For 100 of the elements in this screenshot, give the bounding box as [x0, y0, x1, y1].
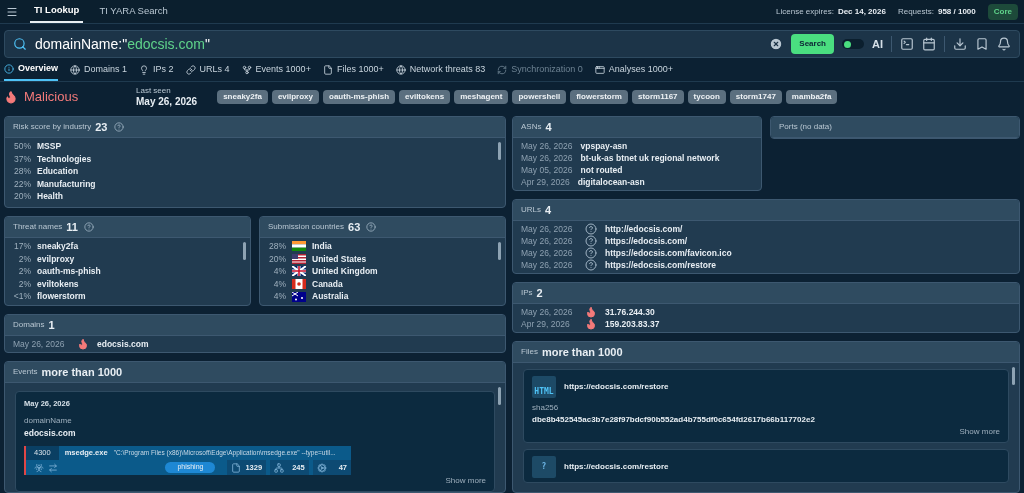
verdict-label: Malicious [24, 88, 79, 107]
query-text[interactable]: domainName:"edocsis.com" [35, 33, 210, 55]
menu-icon[interactable] [6, 5, 18, 18]
list-item[interactable]: bt-uk-as btnet uk regional network [580, 151, 720, 165]
list-item[interactable]: MSSP [37, 139, 62, 153]
panel-count: more than 1000 [541, 344, 623, 360]
percent-text: 28% [268, 239, 286, 253]
nav-tab[interactable]: Domains 1 [70, 58, 128, 81]
list-item[interactable]: Education [37, 165, 79, 178]
threat-tag[interactable]: evilproxy [271, 90, 319, 104]
threat-tag[interactable]: meshagent [454, 90, 509, 104]
help-icon[interactable] [113, 122, 124, 132]
percent-text: 2% [17, 265, 31, 278]
nav-tab[interactable]: Overview [4, 58, 59, 81]
nav-tab[interactable]: Analyses 1000+ [594, 58, 674, 81]
nav-tab[interactable]: Events 1000+ [241, 58, 311, 81]
scrollbar[interactable] [1012, 367, 1015, 385]
date-text: May 26, 2026 [13, 337, 66, 351]
date-text: May 26, 2026 [521, 246, 574, 260]
nav-tab[interactable]: Files 1000+ [322, 58, 384, 81]
threat-tag[interactable]: storm1747 [729, 90, 782, 104]
nav-tab[interactable]: IPs 2 [139, 58, 174, 81]
calendar-icon[interactable] [922, 37, 936, 51]
list-item[interactable]: evilproxy [37, 252, 75, 266]
bookmark-icon[interactable] [975, 37, 989, 51]
threat-tag[interactable]: tycoon [687, 90, 726, 104]
download-icon[interactable] [953, 37, 967, 51]
list-item[interactable]: 31.76.244.30 [605, 305, 655, 319]
show-more-link[interactable]: Show more [959, 426, 1000, 438]
list-item[interactable]: http://edocsis.com/ [605, 222, 683, 236]
license-date: Dec 14, 2026 [837, 5, 886, 18]
percent-text: 20% [268, 252, 286, 266]
list-item[interactable]: 159.203.83.37 [605, 317, 660, 331]
top-tab[interactable]: TI YARA Search [95, 0, 172, 23]
ai-toggle[interactable] [842, 39, 864, 49]
list-item[interactable]: United Kingdom [312, 265, 378, 278]
list-item[interactable]: https://edocsis.com/favicon.ico [605, 246, 732, 260]
list-item[interactable]: oauth-ms-phish [37, 265, 101, 278]
panel-title: Submission countries [268, 221, 345, 233]
nav-tab[interactable]: Network threats 83 [395, 58, 486, 81]
flag-icon [292, 291, 306, 302]
top-tab[interactable]: TI Lookup [30, 0, 84, 23]
list-item[interactable]: https://edocsis.com/ [605, 234, 688, 248]
help-icon[interactable] [84, 222, 94, 232]
list-item[interactable]: edocsis.com [97, 337, 149, 351]
date-text: Apr 29, 2026 [521, 317, 571, 331]
help-icon[interactable] [366, 222, 377, 232]
scrollbar[interactable] [498, 242, 501, 260]
help-icon [585, 247, 597, 259]
threat-tag[interactable]: mamba2fa [785, 90, 838, 104]
percent-text: <1% [13, 290, 31, 304]
scrollbar[interactable] [243, 242, 246, 260]
panel-title: Ports (no data) [779, 121, 832, 133]
field-label: domainName [24, 415, 73, 428]
link-icon [185, 64, 196, 75]
panel-count: 11 [66, 219, 78, 235]
panel-title: Threat names [13, 221, 63, 233]
threat-tag[interactable]: eviltokens [399, 90, 451, 104]
panel-count: 63 [348, 219, 361, 235]
list-item[interactable]: not routed [580, 163, 623, 177]
list-item[interactable]: https://edocsis.com/restore [605, 258, 716, 272]
list-item[interactable]: India [312, 239, 332, 253]
list-item[interactable]: Manufacturing [37, 177, 96, 191]
percent-text: 4% [272, 277, 286, 291]
clear-icon[interactable] [769, 37, 784, 51]
threat-tag[interactable]: storm1167 [632, 90, 684, 104]
code-icon[interactable] [900, 37, 914, 51]
requests-label: Requests: [897, 5, 934, 18]
list-item[interactable]: Canada [312, 277, 343, 291]
list-item[interactable]: Technologies [37, 152, 92, 166]
list-item[interactable]: vpspay-asn [580, 139, 628, 153]
scrollbar[interactable] [498, 142, 501, 160]
threat-tag[interactable]: oauth-ms-phish [323, 90, 395, 104]
panel-count: 23 [95, 119, 108, 135]
list-item[interactable]: sneaky2fa [37, 239, 79, 253]
search-button[interactable]: Search [791, 34, 834, 54]
scrollbar[interactable] [498, 387, 501, 405]
nav-tab[interactable]: URLs 4 [185, 58, 230, 81]
refresh-icon [497, 64, 508, 75]
hash-label: sha256 [532, 402, 560, 414]
lightbulb-icon [139, 64, 150, 75]
file-url[interactable]: https://edocsis.com/restore [564, 461, 669, 473]
list-item[interactable]: Health [37, 190, 63, 204]
file-icon [231, 462, 242, 473]
threat-tag[interactable]: flowerstorm [570, 90, 628, 104]
list-item[interactable]: United States [312, 252, 367, 266]
list-item[interactable]: digitalocean-asn [577, 175, 645, 189]
file-url[interactable]: https://edocsis.com/restore [564, 381, 669, 393]
list-item[interactable]: eviltokens [37, 277, 79, 291]
percent-text: 20% [13, 190, 31, 204]
show-more-link[interactable]: Show more [445, 475, 486, 487]
threat-tag[interactable]: sneaky2fa [217, 90, 268, 104]
plan-badge: Core [987, 3, 1018, 20]
date-text: May 26, 2026 [521, 222, 574, 236]
bell-icon[interactable] [997, 37, 1011, 51]
threat-tag[interactable]: powershell [512, 90, 567, 104]
search-field[interactable]: domainName:"edocsis.com" Search AI [4, 30, 1020, 58]
list-item[interactable]: flowerstorm [37, 290, 86, 304]
percent-text: 37% [13, 152, 31, 166]
list-item[interactable]: Australia [312, 290, 349, 304]
